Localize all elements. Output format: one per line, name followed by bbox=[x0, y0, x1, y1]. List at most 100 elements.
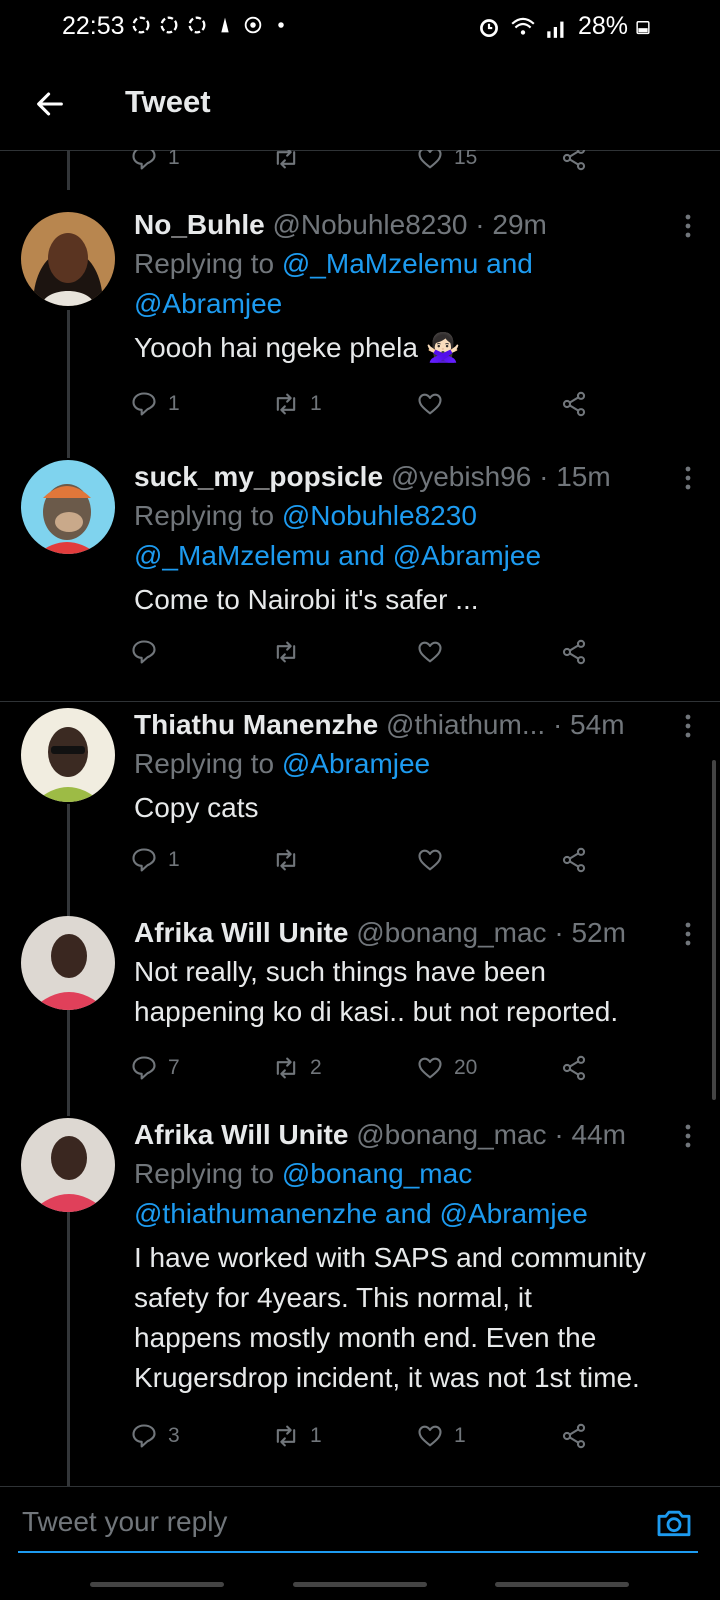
reply-icon bbox=[132, 848, 156, 872]
tweet[interactable]: Thiathu Manenzhe @thiathum... · 54m Repl… bbox=[0, 706, 720, 896]
user-handle[interactable]: @yebish96 bbox=[391, 461, 532, 492]
status-right: 28% bbox=[476, 12, 650, 41]
avatar[interactable] bbox=[21, 212, 115, 306]
share-icon bbox=[562, 639, 586, 665]
heart-icon bbox=[418, 849, 442, 871]
like-button[interactable] bbox=[416, 846, 454, 874]
tweet-text-line: I have worked with SAPS and community bbox=[134, 1242, 647, 1273]
avatar-image bbox=[21, 460, 115, 554]
alarm-icon bbox=[480, 18, 498, 37]
retweet-icon bbox=[276, 393, 296, 415]
reply-input[interactable] bbox=[20, 1505, 584, 1539]
more-options-button[interactable] bbox=[674, 1122, 702, 1150]
timestamp: · 44m bbox=[554, 1119, 626, 1150]
reply-button[interactable]: 1 bbox=[130, 846, 180, 874]
more-options-button[interactable] bbox=[674, 212, 702, 240]
display-name[interactable]: Afrika Will Unite bbox=[134, 917, 348, 948]
retweet-icon bbox=[276, 849, 296, 871]
like-button[interactable]: 15 bbox=[416, 150, 477, 172]
mention-link[interactable]: @Nobuhle8230 bbox=[282, 500, 477, 531]
back-nav[interactable] bbox=[495, 1582, 629, 1587]
tweet-header: No_Buhle @Nobuhle8230 · 29m bbox=[134, 206, 694, 244]
like-button[interactable] bbox=[416, 390, 454, 418]
avatar[interactable] bbox=[21, 916, 115, 1010]
tweet[interactable]: Afrika Will Unite @bonang_mac · 52m Not … bbox=[0, 914, 720, 1100]
user-handle[interactable]: @bonang_mac bbox=[356, 917, 546, 948]
user-handle[interactable]: @thiathum... bbox=[386, 709, 545, 740]
mention-link[interactable]: @_MaMzelemu and @Abramjee bbox=[134, 540, 541, 571]
reply-button[interactable]: 7 bbox=[130, 1054, 180, 1082]
scrollbar[interactable] bbox=[712, 760, 716, 1100]
top-app-bar: Tweet bbox=[0, 56, 720, 151]
notification-icon bbox=[188, 16, 206, 34]
like-button[interactable]: 20 bbox=[416, 1054, 477, 1082]
tweet-text: I have worked with SAPS and community sa… bbox=[134, 1238, 694, 1398]
more-options-button[interactable] bbox=[674, 464, 702, 492]
replying-to-label: Replying to bbox=[134, 1158, 282, 1189]
retweet-button[interactable] bbox=[272, 846, 310, 874]
retweet-icon bbox=[276, 150, 296, 169]
share-button[interactable] bbox=[560, 846, 588, 874]
replies-feed[interactable]: 1 15 No_Buhle @Nobuhle8230 · 29m Replyin… bbox=[0, 150, 720, 1486]
reply-button[interactable]: 3 bbox=[130, 1422, 180, 1450]
share-button[interactable] bbox=[560, 1054, 588, 1082]
more-vertical-icon bbox=[685, 714, 691, 738]
mention-link[interactable]: @Abramjee bbox=[134, 288, 282, 319]
tweet-actions: 7 2 20 bbox=[130, 1054, 610, 1084]
reply-icon bbox=[132, 1424, 156, 1448]
camera-button[interactable] bbox=[654, 1503, 694, 1543]
reply-count: 3 bbox=[168, 1424, 180, 1447]
mention-link[interactable]: @bonang_mac bbox=[282, 1158, 472, 1189]
retweet-button[interactable]: 1 bbox=[272, 390, 322, 418]
share-button[interactable] bbox=[560, 638, 588, 666]
mention-link[interactable]: @thiathumanenzhe and @Abramjee bbox=[134, 1198, 588, 1229]
tweet[interactable]: No_Buhle @Nobuhle8230 · 29m Replying to … bbox=[0, 206, 720, 442]
home-nav[interactable] bbox=[293, 1582, 427, 1587]
more-options-button[interactable] bbox=[674, 920, 702, 948]
share-button[interactable] bbox=[560, 1422, 588, 1450]
retweet-button[interactable] bbox=[272, 638, 310, 666]
share-button[interactable] bbox=[560, 150, 588, 172]
retweet-button[interactable] bbox=[272, 150, 310, 172]
reply-button[interactable]: 1 bbox=[130, 150, 180, 172]
heart-icon bbox=[418, 1057, 442, 1079]
more-options-button[interactable] bbox=[674, 712, 702, 740]
avatar[interactable] bbox=[21, 1118, 115, 1212]
reply-button[interactable] bbox=[130, 638, 168, 666]
display-name[interactable]: No_Buhle bbox=[134, 209, 265, 240]
user-handle[interactable]: @bonang_mac bbox=[356, 1119, 546, 1150]
tweet[interactable]: Afrika Will Unite @bonang_mac · 44m Repl… bbox=[0, 1116, 720, 1449]
tweet-header: Thiathu Manenzhe @thiathum... · 54m bbox=[134, 706, 694, 744]
display-name[interactable]: suck_my_popsicle bbox=[134, 461, 383, 492]
reply-composer bbox=[0, 1486, 720, 1567]
tweet-actions: 1 bbox=[130, 846, 610, 876]
reply-button[interactable]: 1 bbox=[130, 390, 180, 418]
page-title: Tweet bbox=[125, 84, 211, 119]
tweet-text: Not really, such things have been happen… bbox=[134, 952, 694, 1032]
tweet-header: Afrika Will Unite @bonang_mac · 44m bbox=[134, 1116, 694, 1154]
share-button[interactable] bbox=[560, 390, 588, 418]
tweet-actions: 1 15 bbox=[130, 150, 610, 174]
recents-nav[interactable] bbox=[90, 1582, 224, 1587]
mention-link[interactable]: @Abramjee bbox=[282, 748, 430, 779]
avatar-image bbox=[21, 212, 115, 306]
retweet-count: 1 bbox=[310, 392, 322, 415]
avatar[interactable] bbox=[21, 460, 115, 554]
retweet-button[interactable]: 1 bbox=[272, 1422, 322, 1450]
timestamp: · 15m bbox=[539, 461, 611, 492]
like-button[interactable] bbox=[416, 638, 454, 666]
mention-link[interactable]: @_MaMzelemu and bbox=[282, 248, 533, 279]
tweet-text-line: safety for 4years. This normal, it bbox=[134, 1282, 532, 1313]
like-button[interactable]: 1 bbox=[416, 1422, 466, 1450]
share-icon bbox=[562, 150, 586, 171]
tweet[interactable]: suck_my_popsicle @yebish96 · 15m Replyin… bbox=[0, 458, 720, 694]
retweet-button[interactable]: 2 bbox=[272, 1054, 322, 1082]
replying-to: Replying to @Nobuhle8230 @_MaMzelemu and… bbox=[134, 496, 694, 576]
avatar[interactable] bbox=[21, 708, 115, 802]
tweet-actions bbox=[130, 638, 610, 668]
display-name[interactable]: Afrika Will Unite bbox=[134, 1119, 348, 1150]
display-name[interactable]: Thiathu Manenzhe bbox=[134, 709, 378, 740]
user-handle[interactable]: @Nobuhle8230 bbox=[272, 209, 467, 240]
back-button[interactable] bbox=[28, 82, 72, 126]
reply-count: 1 bbox=[168, 392, 180, 415]
